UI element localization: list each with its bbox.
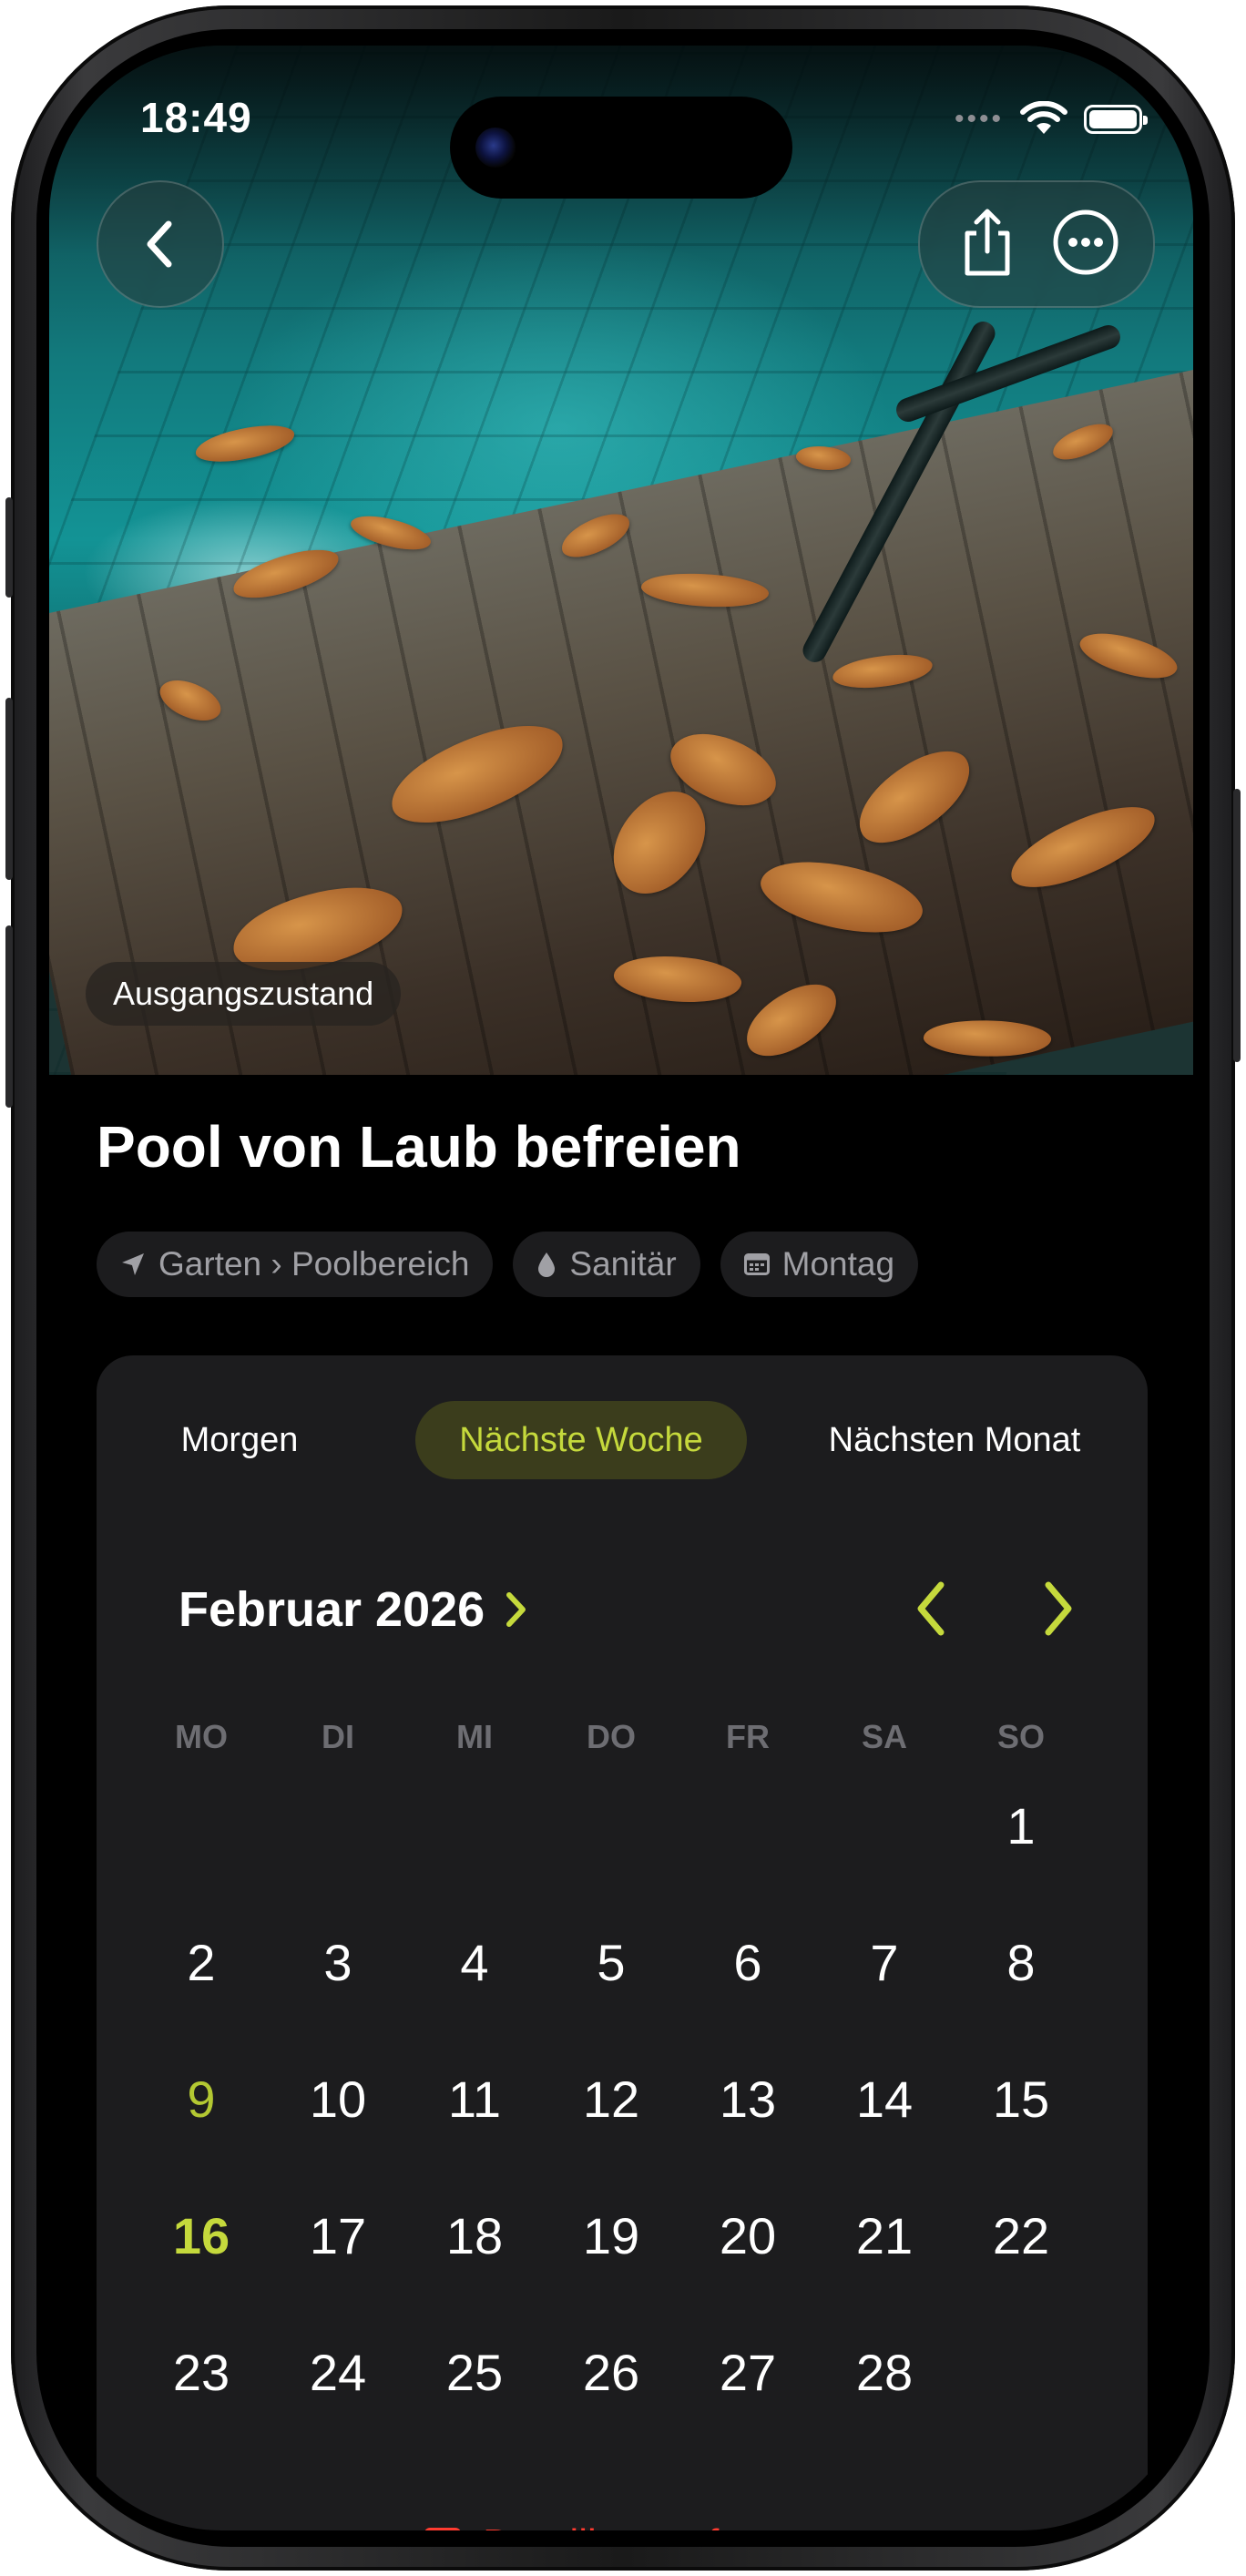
weekday-label: MI (456, 1718, 493, 1755)
chevron-left-icon (147, 220, 172, 268)
option-tomorrow[interactable]: Morgen (133, 1401, 346, 1479)
weekday-label: DO (587, 1718, 636, 1755)
calendar-day[interactable]: 9 (133, 2031, 270, 2168)
location-chip-label: Garten › Poolbereich (158, 1245, 470, 1283)
drop-icon (538, 1252, 556, 1277)
calendar-day[interactable]: 3 (270, 1895, 406, 2031)
weekday-label: SA (861, 1718, 907, 1755)
option-next-week[interactable]: Nächste Woche (415, 1401, 747, 1479)
remove-deadline-button[interactable]: Deadline entfernen (97, 2521, 1148, 2530)
side-button (1233, 789, 1241, 1062)
calendar-day[interactable]: 16 (133, 2168, 270, 2305)
status-icons: •••• (954, 97, 1148, 142)
calendar-day[interactable]: 4 (406, 1895, 543, 2031)
calendar-day[interactable]: 17 (270, 2168, 406, 2305)
weekday-header: MO DI MI DO FR SA SO (133, 1718, 1089, 1763)
calendar-day[interactable]: 5 (543, 1895, 679, 2031)
next-month-button[interactable] (1026, 1572, 1091, 1645)
weekday-label: SO (996, 1718, 1045, 1755)
month-label: Februar 2026 (179, 1582, 485, 1637)
calendar-day[interactable]: 28 (816, 2305, 953, 2441)
calendar-day[interactable]: 1 (953, 1758, 1089, 1895)
calendar-grid: 1 2 3 4 5 6 7 8 9 10 11 12 13 14 15 16 17 18 19 20 21 22 23 24 2… (133, 1793, 1089, 2521)
volume-up-button (5, 698, 13, 880)
calendar-day[interactable]: 18 (406, 2168, 543, 2305)
dynamic-island (450, 97, 792, 199)
calendar-day[interactable]: 24 (270, 2305, 406, 2441)
weekday-label: MO (175, 1718, 228, 1755)
calendar-day[interactable]: 26 (543, 2305, 679, 2441)
location-chip[interactable]: Garten › Poolbereich (97, 1232, 494, 1297)
due-chip[interactable]: Montag (720, 1232, 919, 1297)
battery-icon (1084, 105, 1148, 134)
status-time: 18:49 (140, 94, 252, 141)
chevron-left-icon (917, 1581, 945, 1636)
calendar-day[interactable]: 10 (270, 2031, 406, 2168)
photo-label: Ausgangszustand (86, 962, 402, 1026)
wifi-icon (1020, 101, 1067, 134)
quick-date-options: Morgen Nächste Woche Nächsten Monat (133, 1401, 1111, 1479)
signal-dots-icon: •••• (954, 104, 1004, 134)
calendar-day[interactable]: 8 (953, 1895, 1089, 2031)
category-chip[interactable]: Sanitär (513, 1232, 700, 1297)
more-button[interactable] (1038, 195, 1133, 290)
chevron-right-icon (506, 1592, 526, 1627)
calendar-day[interactable]: 11 (406, 2031, 543, 2168)
calendar-day[interactable]: 15 (953, 2031, 1089, 2168)
month-selector[interactable]: Februar 2026 (179, 1581, 528, 1638)
calendar-day[interactable]: 6 (679, 1895, 816, 2031)
screen: Ausgangszustand 18:49 •••• Pool von Laub… (49, 46, 1193, 2530)
calendar-day[interactable]: 7 (816, 1895, 953, 2031)
share-icon (965, 209, 1010, 276)
actions-pill (918, 180, 1155, 308)
weekday-label: DI (322, 1718, 354, 1755)
due-chip-label: Montag (781, 1245, 895, 1283)
back-button[interactable] (97, 180, 224, 308)
share-button[interactable] (940, 195, 1035, 290)
calendar-day[interactable]: 27 (679, 2305, 816, 2441)
task-title: Pool von Laub befreien (97, 1114, 741, 1180)
calendar-day[interactable]: 23 (133, 2305, 270, 2441)
front-camera (475, 128, 516, 168)
ellipsis-circle-icon (1053, 210, 1118, 275)
calendar-icon (743, 1253, 770, 1275)
date-picker-card: Morgen Nächste Woche Nächsten Monat Febr… (97, 1355, 1148, 2530)
calendar-day[interactable]: 22 (953, 2168, 1089, 2305)
calendar-day[interactable]: 13 (679, 2031, 816, 2168)
action-button (5, 497, 13, 598)
option-next-month[interactable]: Nächsten Monat (798, 1401, 1111, 1479)
category-chip-label: Sanitär (569, 1245, 677, 1283)
calendar-day[interactable]: 25 (406, 2305, 543, 2441)
remove-deadline-label: Deadline entfernen (483, 2521, 822, 2530)
calendar-day[interactable]: 14 (816, 2031, 953, 2168)
calendar-day[interactable]: 12 (543, 2031, 679, 2168)
volume-down-button (5, 925, 13, 1108)
calendar-day[interactable]: 19 (543, 2168, 679, 2305)
calendar-remove-icon (424, 2528, 461, 2530)
calendar-day[interactable]: 2 (133, 1895, 270, 2031)
calendar-day[interactable]: 20 (679, 2168, 816, 2305)
chevron-right-icon (1045, 1581, 1072, 1636)
calendar-day[interactable]: 21 (816, 2168, 953, 2305)
previous-month-button[interactable] (898, 1572, 964, 1645)
task-chips: Garten › Poolbereich Sanitär Montag (97, 1232, 919, 1297)
weekday-label: FR (726, 1718, 770, 1755)
location-arrow-icon (122, 1253, 144, 1275)
